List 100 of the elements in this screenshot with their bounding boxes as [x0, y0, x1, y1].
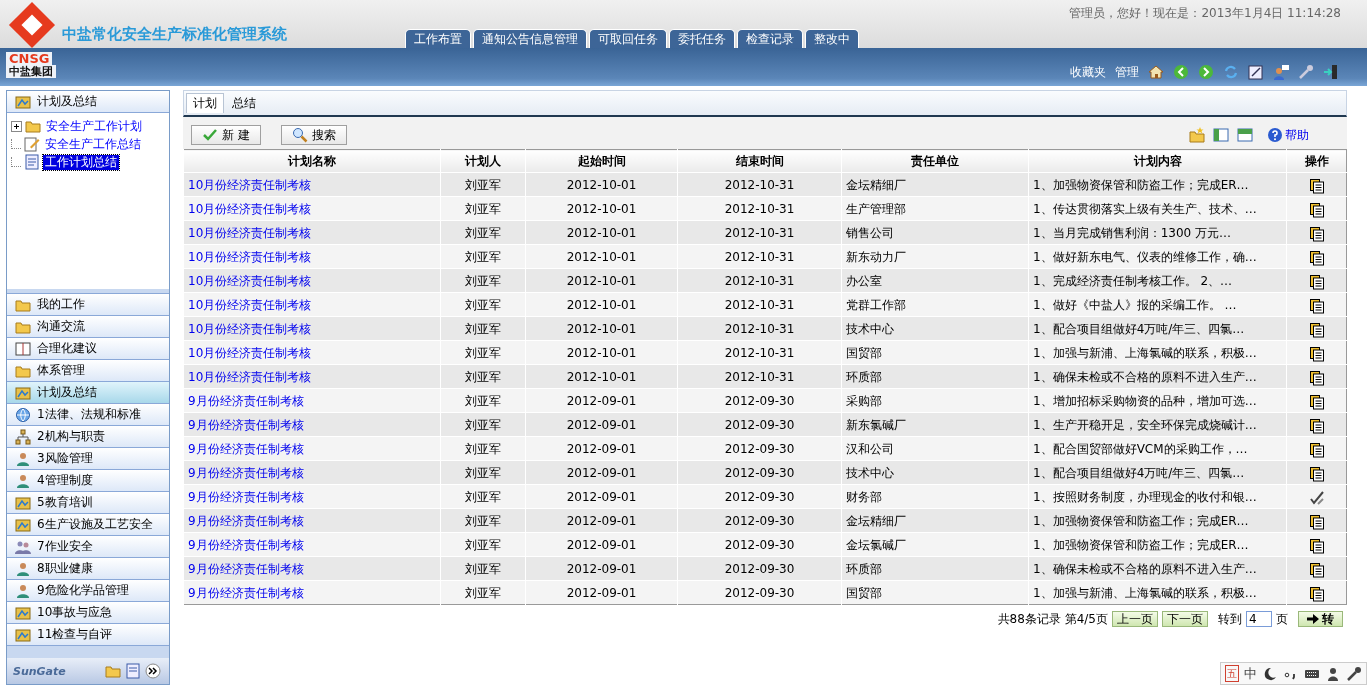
- plan-name-link[interactable]: 9月份经济责任制考核: [188, 489, 304, 504]
- content-tab[interactable]: 计划: [186, 93, 224, 113]
- copy-icon[interactable]: [1308, 585, 1325, 602]
- new-button[interactable]: 新 建: [191, 125, 261, 145]
- copy-icon[interactable]: [1308, 321, 1325, 338]
- table-cell: 2012-09-30: [677, 412, 842, 437]
- plan-name-link[interactable]: 9月份经济责任制考核: [188, 441, 304, 456]
- table-cell: 刘亚军: [440, 196, 526, 221]
- nav-tab[interactable]: 检查记录: [737, 29, 803, 48]
- nav-tab[interactable]: 可取回任务: [589, 29, 667, 48]
- plan-name-link[interactable]: 10月份经济责任制考核: [188, 297, 312, 312]
- document-icon: [24, 154, 40, 170]
- search-button[interactable]: 搜索: [280, 125, 347, 145]
- plan-name-link[interactable]: 9月份经济责任制考核: [188, 513, 304, 528]
- sidebar-item-label: 3风险管理: [37, 451, 93, 466]
- column-header[interactable]: 计划名称: [183, 149, 441, 173]
- sidebar-item[interactable]: 10事故与应急: [7, 602, 169, 624]
- nav-tab[interactable]: 委托任务: [669, 29, 735, 48]
- exit-icon[interactable]: [1323, 64, 1339, 80]
- back-icon[interactable]: [1173, 64, 1189, 80]
- window-left-icon[interactable]: [1213, 127, 1229, 143]
- window-top-icon[interactable]: [1237, 127, 1253, 143]
- expand-icon[interactable]: [145, 663, 161, 679]
- nav-tab[interactable]: 工作布置: [405, 29, 471, 48]
- check-pen-icon[interactable]: [1308, 489, 1325, 506]
- tree-item[interactable]: 安全生产工作计划: [44, 118, 144, 134]
- sidebar-item[interactable]: 沟通交流: [7, 316, 169, 338]
- plan-name-link[interactable]: 9月份经济责任制考核: [188, 585, 304, 600]
- home-icon[interactable]: [1148, 64, 1164, 80]
- user-icon[interactable]: [1325, 665, 1341, 682]
- sidebar-item[interactable]: 6生产设施及工艺安全: [7, 514, 169, 536]
- plan-name-link[interactable]: 9月份经济责任制考核: [188, 465, 304, 480]
- column-header[interactable]: 起始时间: [525, 149, 678, 173]
- plan-name-link[interactable]: 9月份经济责任制考核: [188, 393, 304, 408]
- previous-page-button[interactable]: 上一页: [1112, 611, 1158, 627]
- plan-name-link[interactable]: 10月份经济责任制考核: [188, 321, 312, 336]
- moon-icon[interactable]: [1262, 665, 1278, 682]
- copy-icon[interactable]: [1308, 369, 1325, 386]
- plan-name-link[interactable]: 10月份经济责任制考核: [188, 249, 312, 264]
- copy-icon[interactable]: [1308, 225, 1325, 242]
- plan-name-link[interactable]: 9月份经济责任制考核: [188, 561, 304, 576]
- plan-name-link[interactable]: 9月份经济责任制考核: [188, 417, 304, 432]
- copy-icon[interactable]: [1308, 561, 1325, 578]
- sidebar-item[interactable]: 计划及总结: [7, 382, 169, 404]
- column-header[interactable]: 结束时间: [677, 149, 842, 173]
- sidebar-item[interactable]: 合理化建议: [7, 338, 169, 360]
- nav-tab[interactable]: 通知公告信息管理: [473, 29, 587, 48]
- plan-name-link[interactable]: 10月份经济责任制考核: [188, 177, 312, 192]
- column-header[interactable]: 责任单位: [841, 149, 1029, 173]
- plan-name-link[interactable]: 10月份经济责任制考核: [188, 201, 312, 216]
- copy-icon[interactable]: [1308, 345, 1325, 362]
- column-header[interactable]: 操作: [1286, 149, 1347, 173]
- forward-icon[interactable]: [1198, 64, 1214, 80]
- sidebar-item[interactable]: 体系管理: [7, 360, 169, 382]
- content-tab[interactable]: 总结: [226, 93, 262, 113]
- sidebar-item[interactable]: 我的工作: [7, 294, 169, 316]
- tree-item[interactable]: 安全生产工作总结: [43, 136, 143, 152]
- expand-toggle-icon[interactable]: [11, 120, 22, 132]
- sidebar-item[interactable]: 9危险化学品管理: [7, 580, 169, 602]
- copy-icon[interactable]: [1308, 273, 1325, 290]
- copy-icon[interactable]: [1308, 177, 1325, 194]
- ime-mode-icon[interactable]: 五: [1225, 665, 1239, 682]
- sidebar-item[interactable]: 3风险管理: [7, 448, 169, 470]
- copy-icon[interactable]: [1308, 537, 1325, 554]
- edit-icon[interactable]: [1248, 64, 1264, 80]
- column-header[interactable]: 计划人: [440, 149, 526, 173]
- header-link[interactable]: 管理: [1115, 65, 1139, 80]
- user-icon[interactable]: [1273, 64, 1289, 80]
- plan-name-link[interactable]: 10月份经济责任制考核: [188, 369, 312, 384]
- sidebar-item[interactable]: 11检查与自评: [7, 624, 169, 646]
- header-link[interactable]: 收藏夹: [1070, 65, 1106, 80]
- tree-item[interactable]: 工作计划总结: [43, 154, 119, 170]
- copy-icon[interactable]: [1308, 441, 1325, 458]
- sidebar-item[interactable]: 7作业安全: [7, 536, 169, 558]
- copy-icon[interactable]: [1308, 201, 1325, 218]
- folder-star-icon[interactable]: [1189, 127, 1205, 143]
- table-cell: 刘亚军: [440, 580, 526, 605]
- page-input[interactable]: 4: [1246, 611, 1272, 627]
- sidebar-item[interactable]: 1法律、法规和标准: [7, 404, 169, 426]
- nav-tab[interactable]: 整改中: [805, 29, 859, 48]
- copy-icon[interactable]: [1308, 249, 1325, 266]
- column-header[interactable]: 计划内容: [1028, 149, 1287, 173]
- copy-icon[interactable]: [1308, 465, 1325, 482]
- next-page-button[interactable]: 下一页: [1162, 611, 1208, 627]
- copy-icon[interactable]: [1308, 297, 1325, 314]
- sidebar-item[interactable]: 4管理制度: [7, 470, 169, 492]
- wrench-icon[interactable]: [1346, 665, 1362, 682]
- plan-name-link[interactable]: 9月份经济责任制考核: [188, 537, 304, 552]
- help-link[interactable]: 帮助: [1267, 127, 1309, 143]
- copy-icon[interactable]: [1308, 513, 1325, 530]
- go-button[interactable]: 转: [1298, 611, 1343, 627]
- sidebar-item[interactable]: 8职业健康: [7, 558, 169, 580]
- ime-language-toggle[interactable]: 中: [1244, 666, 1257, 681]
- plan-name-link[interactable]: 10月份经济责任制考核: [188, 273, 312, 288]
- plan-name-link[interactable]: 10月份经济责任制考核: [188, 345, 312, 360]
- copy-icon[interactable]: [1308, 417, 1325, 434]
- sidebar-item[interactable]: 2机构与职责: [7, 426, 169, 448]
- plan-name-link[interactable]: 10月份经济责任制考核: [188, 225, 312, 240]
- sidebar-item[interactable]: 5教育培训: [7, 492, 169, 514]
- copy-icon[interactable]: [1308, 393, 1325, 410]
